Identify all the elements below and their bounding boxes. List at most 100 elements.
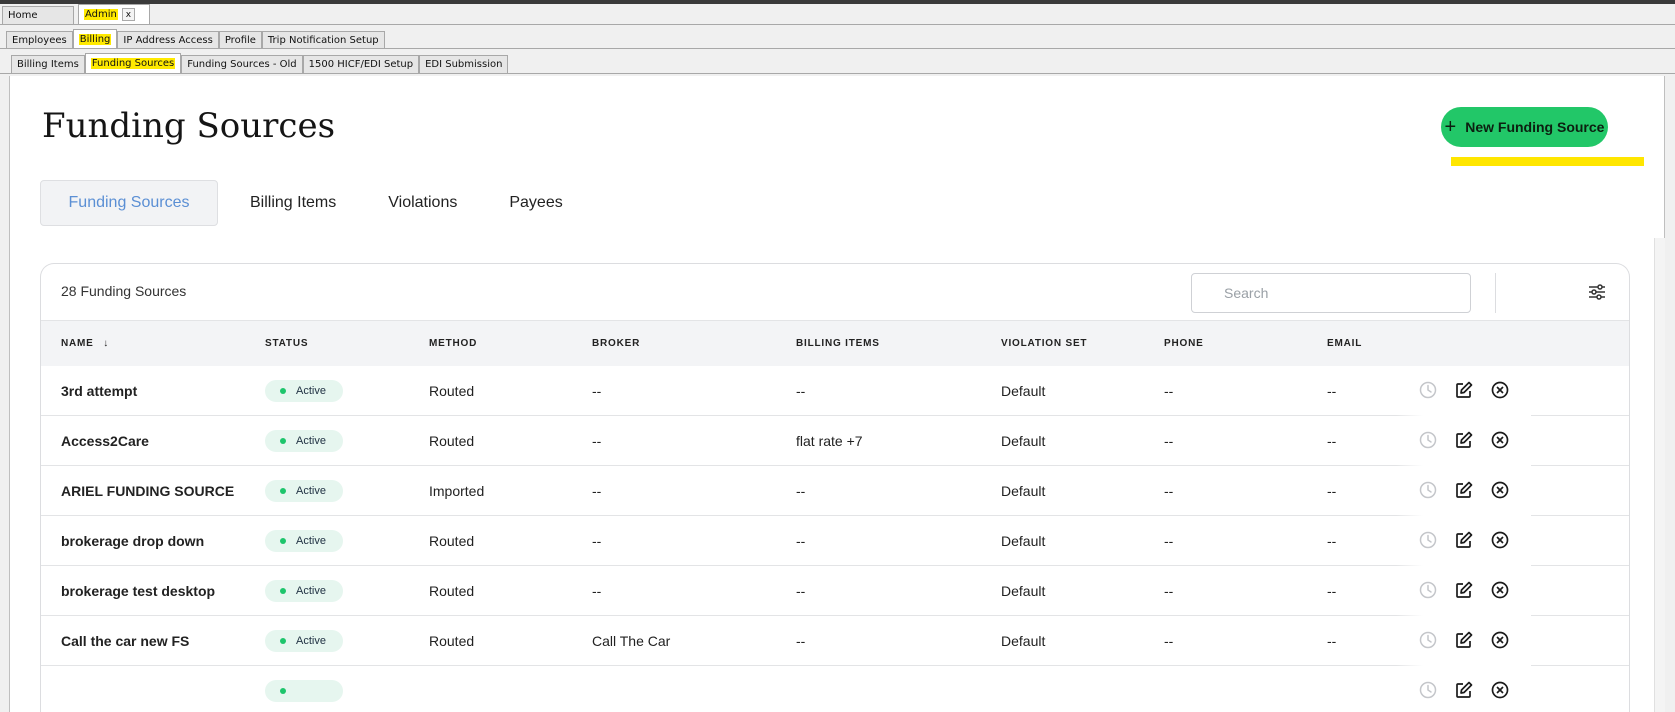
new-funding-source-button[interactable]: + New Funding Source xyxy=(1441,107,1608,147)
table-row[interactable]: brokerage drop down Active Routed -- -- … xyxy=(41,516,1629,566)
window-tab-admin[interactable]: Admin x xyxy=(78,4,150,24)
column-header-method[interactable]: METHOD xyxy=(429,338,477,349)
tab-1500-hicf-edi-setup[interactable]: 1500 HICF/EDI Setup xyxy=(302,55,420,73)
cell-method: Routed xyxy=(429,533,475,549)
cell-phone: -- xyxy=(1164,383,1174,399)
tab-edi-submission[interactable]: EDI Submission xyxy=(419,55,509,73)
delete-icon[interactable] xyxy=(1490,580,1510,600)
column-header-billing-items[interactable]: BILLING ITEMS xyxy=(796,338,880,349)
close-icon[interactable]: x xyxy=(121,8,135,21)
history-icon[interactable] xyxy=(1418,580,1438,600)
cell-name[interactable]: 3rd attempt xyxy=(61,383,137,399)
status-badge: Active xyxy=(265,480,343,502)
edit-icon[interactable] xyxy=(1454,430,1474,450)
table-row[interactable]: ARIEL FUNDING SOURCE Active Imported -- … xyxy=(41,466,1629,516)
cell-name[interactable]: Call the car new FS xyxy=(61,633,189,649)
tab-billing-items[interactable]: Billing Items xyxy=(11,55,85,73)
divider xyxy=(1495,273,1496,313)
search-input[interactable]: Search xyxy=(1191,273,1471,313)
edit-icon[interactable] xyxy=(1454,630,1474,650)
admin-tab-row: Employees Billing IP Address Access Prof… xyxy=(6,29,385,49)
table-row-partial[interactable] xyxy=(41,666,1629,712)
column-header-phone[interactable]: PHONE xyxy=(1164,338,1204,349)
history-icon[interactable] xyxy=(1418,380,1438,400)
row-actions xyxy=(1396,516,1531,566)
cell-phone: -- xyxy=(1164,633,1174,649)
divider xyxy=(0,24,1675,25)
cell-name[interactable]: brokerage test desktop xyxy=(61,583,215,599)
tab-label: Billing xyxy=(78,34,112,45)
subtab-billing-items[interactable]: Billing Items xyxy=(224,180,362,226)
subtab-violations[interactable]: Violations xyxy=(362,180,483,226)
cell-method: Routed xyxy=(429,633,475,649)
table-row[interactable]: Access2Care Active Routed -- flat rate +… xyxy=(41,416,1629,466)
history-icon[interactable] xyxy=(1418,430,1438,450)
column-header-violation-set[interactable]: VIOLATION SET xyxy=(1001,338,1087,349)
cell-method: Routed xyxy=(429,583,475,599)
funding-sources-table: 28 Funding Sources Search NAME ↓ STATUS … xyxy=(40,263,1630,712)
table-row[interactable]: Call the car new FS Active Routed Call T… xyxy=(41,616,1629,666)
cell-email: -- xyxy=(1327,433,1337,449)
sub-tab-bar: Funding Sources Billing Items Violations… xyxy=(40,180,589,226)
row-actions xyxy=(1396,666,1531,712)
cell-name[interactable]: ARIEL FUNDING SOURCE xyxy=(61,483,234,499)
column-header-status[interactable]: STATUS xyxy=(265,338,308,349)
history-icon[interactable] xyxy=(1418,480,1438,500)
record-count: 28 Funding Sources xyxy=(61,283,187,299)
tab-funding-sources[interactable]: Funding Sources xyxy=(84,53,182,73)
cell-method: Routed xyxy=(429,433,475,449)
table-row[interactable]: 3rd attempt Active Routed -- -- Default … xyxy=(41,366,1629,416)
edit-icon[interactable] xyxy=(1454,580,1474,600)
tab-funding-sources-old[interactable]: Funding Sources - Old xyxy=(181,55,303,73)
cell-phone: -- xyxy=(1164,583,1174,599)
delete-icon[interactable] xyxy=(1490,630,1510,650)
edit-icon[interactable] xyxy=(1454,380,1474,400)
cell-broker: -- xyxy=(592,383,602,399)
tab-label: Trip Notification Setup xyxy=(267,35,379,46)
tab-profile[interactable]: Profile xyxy=(218,31,262,49)
edit-icon[interactable] xyxy=(1454,530,1474,550)
cell-name[interactable]: brokerage drop down xyxy=(61,533,204,549)
column-label: NAME xyxy=(61,338,94,349)
subtab-payees[interactable]: Payees xyxy=(483,180,588,226)
cell-billing-items: -- xyxy=(796,533,806,549)
cell-billing-items: flat rate +7 xyxy=(796,433,863,449)
cell-violation-set: Default xyxy=(1001,583,1046,599)
history-icon[interactable] xyxy=(1418,530,1438,550)
delete-icon[interactable] xyxy=(1490,480,1510,500)
cell-email: -- xyxy=(1327,483,1337,499)
status-badge: Active xyxy=(265,430,343,452)
delete-icon[interactable] xyxy=(1490,530,1510,550)
sort-arrow-icon: ↓ xyxy=(103,338,110,349)
history-icon[interactable] xyxy=(1418,630,1438,650)
status-label: Active xyxy=(296,385,326,397)
window-tab-home[interactable]: Home xyxy=(2,6,74,24)
tab-billing[interactable]: Billing xyxy=(72,29,118,49)
table-row[interactable]: brokerage test desktop Active Routed -- … xyxy=(41,566,1629,616)
tab-label: 1500 HICF/EDI Setup xyxy=(308,59,414,70)
status-badge: Active xyxy=(265,530,343,552)
delete-icon[interactable] xyxy=(1490,680,1510,700)
edit-icon[interactable] xyxy=(1454,480,1474,500)
tab-employees[interactable]: Employees xyxy=(6,31,73,49)
cell-billing-items: -- xyxy=(796,483,806,499)
cell-violation-set: Default xyxy=(1001,433,1046,449)
cell-billing-items: -- xyxy=(796,383,806,399)
subtab-funding-sources[interactable]: Funding Sources xyxy=(40,180,218,226)
tab-trip-notification-setup[interactable]: Trip Notification Setup xyxy=(261,31,385,49)
status-badge: Active xyxy=(265,630,343,652)
delete-icon[interactable] xyxy=(1490,380,1510,400)
button-label: New Funding Source xyxy=(1465,119,1605,135)
filter-sliders-icon[interactable] xyxy=(1588,283,1606,301)
main-panel: Funding Sources + New Funding Source Fun… xyxy=(9,76,1665,712)
history-icon[interactable] xyxy=(1418,680,1438,700)
edit-icon[interactable] xyxy=(1454,680,1474,700)
vertical-scrollbar[interactable] xyxy=(1654,238,1665,712)
column-header-broker[interactable]: BROKER xyxy=(592,338,640,349)
tab-ip-address-access[interactable]: IP Address Access xyxy=(117,31,219,49)
delete-icon[interactable] xyxy=(1490,430,1510,450)
column-header-email[interactable]: EMAIL xyxy=(1327,338,1362,349)
status-label: Active xyxy=(296,435,326,447)
cell-name[interactable]: Access2Care xyxy=(61,433,149,449)
column-header-name[interactable]: NAME ↓ xyxy=(61,338,109,349)
